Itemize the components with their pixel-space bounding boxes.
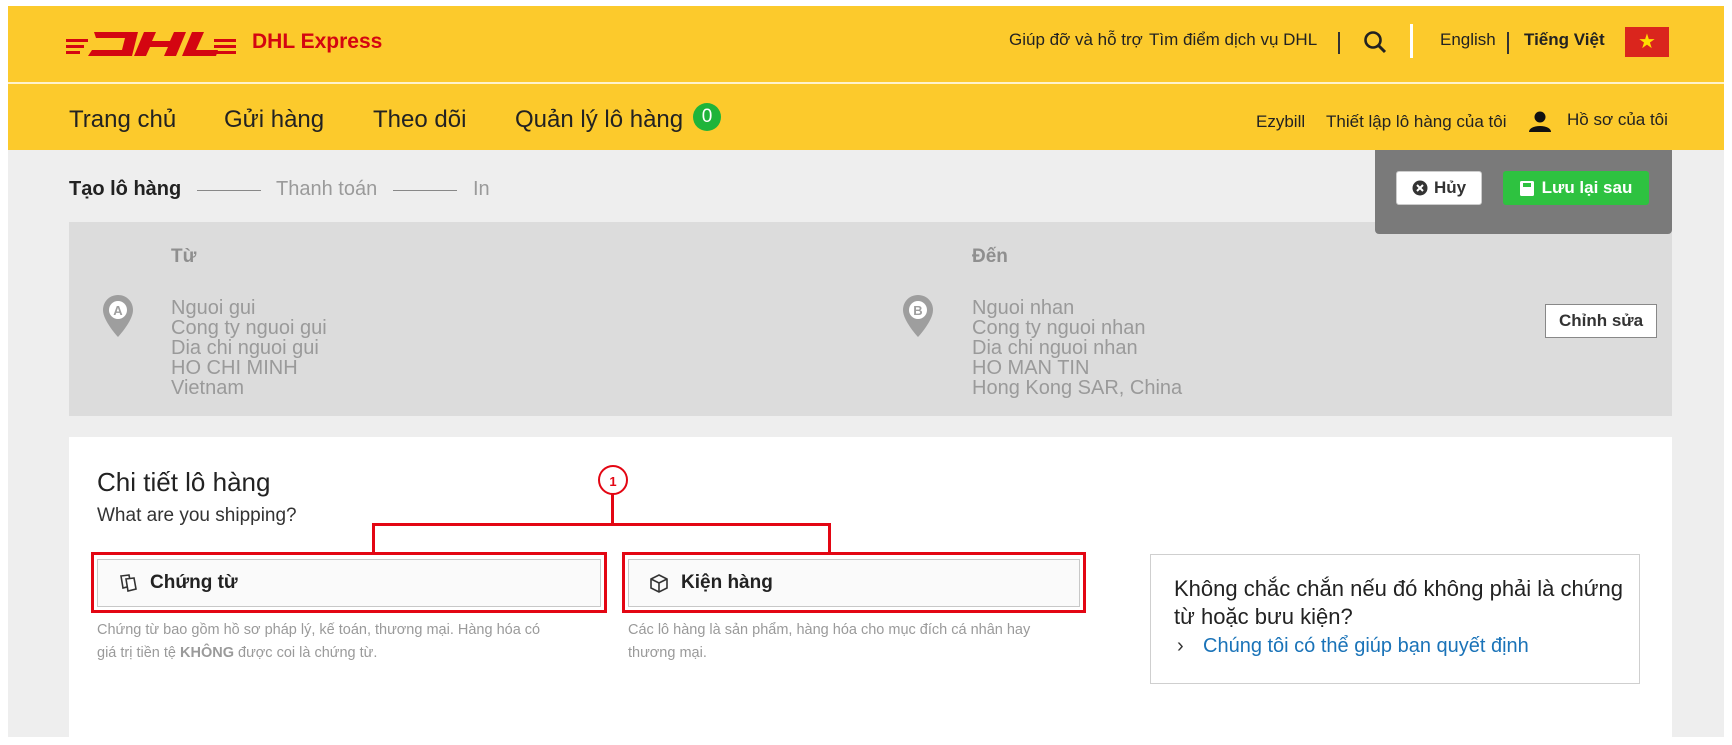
help-decide-link[interactable]: Chúng tôi có thể giúp bạn quyết định (1203, 635, 1529, 658)
user-icon (1529, 110, 1551, 137)
address-line: Dia chi nguoi gui (171, 337, 319, 359)
location-pin-a-icon: A (102, 294, 134, 343)
description-line: giá trị tiền tệ KHÔNG được coi là chứng … (97, 645, 378, 661)
details-title: Chi tiết lô hàng (97, 467, 271, 497)
dhl-logo[interactable] (66, 28, 236, 65)
cancel-label: Hủy (1433, 178, 1467, 197)
documents-description: Chứng từ bao gồm hồ sơ pháp lý, kế toán,… (97, 619, 540, 665)
address-line: Vietnam (171, 377, 245, 399)
nav-track[interactable]: Theo dõi (373, 106, 466, 134)
nav-profile[interactable]: Hồ sơ của tôi (1567, 110, 1668, 130)
step-payment: Thanh toán (276, 178, 378, 200)
lang-vietnamese[interactable]: Tiếng Việt (1524, 30, 1605, 50)
brand-name: DHL Express (252, 30, 383, 53)
step-print: In (473, 178, 490, 200)
documents-label: Chứng từ (150, 572, 238, 593)
address-line: Cong ty nguoi gui (171, 317, 327, 339)
nav-send[interactable]: Gửi hàng (224, 106, 324, 134)
annotation-line (611, 494, 614, 524)
action-panel: Hủy Lưu lại sau (1375, 150, 1672, 234)
step-create: Tạo lô hàng (69, 178, 182, 200)
dhl-logo-icon (66, 32, 236, 56)
top-bar: DHL Express Giúp đỡ và hỗ trợ Tìm điểm d… (8, 6, 1724, 82)
annotation-line (828, 523, 831, 553)
main-nav: Trang chủ Gửi hàng Theo dõi Quản lý lô h… (8, 84, 1724, 150)
divider (1410, 24, 1413, 58)
description-line: Chứng từ bao gồm hồ sơ pháp lý, kế toán,… (97, 622, 541, 638)
step-connector (197, 190, 261, 191)
lang-english[interactable]: English (1440, 30, 1496, 50)
shipment-details-card: Chi tiết lô hàng What are you shipping? … (69, 437, 1672, 737)
address-line: Nguoi gui (171, 297, 256, 319)
svg-text:A: A (113, 303, 123, 318)
cancel-button[interactable]: Hủy (1396, 171, 1482, 205)
address-line: HO CHI MINH (171, 357, 298, 379)
address-line: Hong Kong SAR, China (972, 377, 1183, 399)
chevron-right-icon: › (1177, 635, 1184, 657)
documents-icon (118, 573, 138, 598)
save-later-button[interactable]: Lưu lại sau (1503, 171, 1649, 205)
address-line: Cong ty nguoi nhan (972, 317, 1146, 339)
divider (1507, 32, 1509, 54)
edit-address-button[interactable]: Chỉnh sửa (1545, 304, 1657, 338)
nav-home[interactable]: Trang chủ (69, 106, 176, 134)
description-line: thương mại. (628, 645, 707, 661)
save-icon (1519, 180, 1534, 196)
address-line: HO MAN TIN (972, 357, 1090, 379)
address-line: Dia chi nguoi nhan (972, 337, 1138, 359)
nav-ezybill[interactable]: Ezybill (1256, 112, 1305, 132)
shipment-count-badge: 0 (693, 103, 721, 131)
annotation-line (372, 523, 375, 553)
address-line: Nguoi nhan (972, 297, 1075, 319)
help-decide-box: Không chắc chắn nếu đó không phải là chứ… (1150, 554, 1640, 684)
step-connector (393, 190, 457, 191)
page-frame: DHL Express Giúp đỡ và hỗ trợ Tìm điểm d… (8, 6, 1724, 737)
from-heading: Từ (171, 246, 197, 267)
annotation-line (372, 523, 831, 526)
divider (1338, 32, 1340, 54)
to-address: Nguoi nhan Cong ty nguoi nhan Dia chi ng… (972, 298, 1182, 398)
close-circle-icon (1412, 180, 1428, 196)
from-address: Nguoi gui Cong ty nguoi gui Dia chi nguo… (171, 298, 327, 398)
nav-shipment-setup[interactable]: Thiết lập lô hàng của tôi (1326, 112, 1507, 132)
annotation-marker: 1 (598, 465, 628, 495)
help-link[interactable]: Giúp đỡ và hỗ trợ (1009, 30, 1143, 50)
package-box-icon (649, 573, 669, 598)
help-title: Không chắc chắn nếu đó không phải là chứ… (1174, 576, 1623, 629)
to-heading: Đến (972, 246, 1008, 267)
location-pin-b-icon: B (902, 294, 934, 343)
vietnam-flag-icon[interactable]: ★ (1625, 27, 1669, 57)
package-label: Kiện hàng (681, 572, 773, 593)
save-later-label: Lưu lại sau (1541, 178, 1633, 197)
svg-text:B: B (913, 303, 922, 318)
address-summary: A Từ Nguoi gui Cong ty nguoi gui Dia chi… (69, 222, 1672, 416)
description-line: Các lô hàng là sản phẩm, hàng hóa cho mụ… (628, 622, 1031, 638)
nav-manage-shipments[interactable]: Quản lý lô hàng (515, 106, 683, 134)
package-option-button[interactable]: Kiện hàng (628, 559, 1080, 607)
search-icon[interactable] (1363, 30, 1387, 59)
documents-option-button[interactable]: Chứng từ (97, 559, 601, 607)
package-description: Các lô hàng là sản phẩm, hàng hóa cho mụ… (628, 619, 1030, 665)
details-subtitle: What are you shipping? (97, 505, 297, 526)
find-location-link[interactable]: Tìm điểm dịch vụ DHL (1149, 30, 1317, 50)
